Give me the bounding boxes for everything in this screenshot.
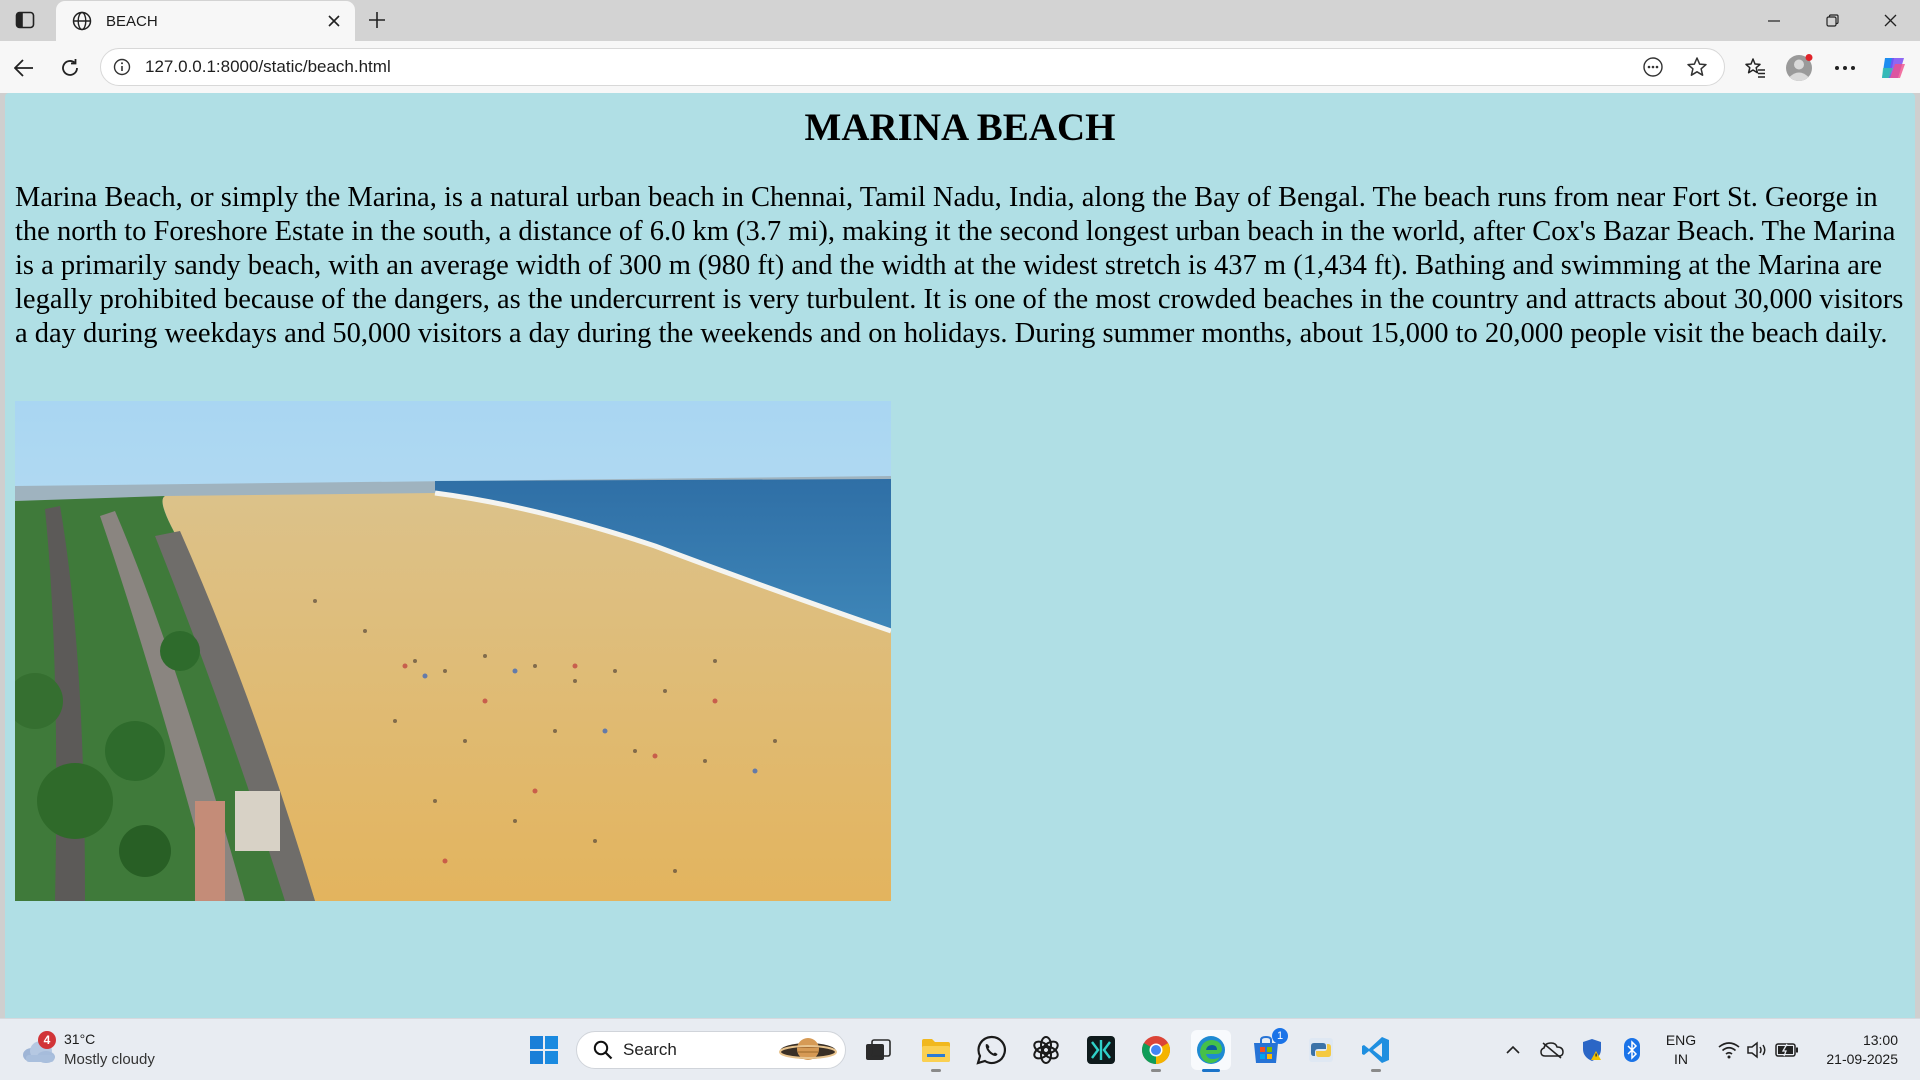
region-code: IN (1674, 1051, 1688, 1067)
clock-time: 13:00 (1862, 1032, 1898, 1048)
search-label: Search (623, 1040, 677, 1059)
tab-title: BEACH (106, 12, 158, 30)
chrome-icon[interactable] (1136, 1030, 1176, 1072)
weather-condition: Mostly cloudy (64, 1051, 155, 1068)
onedrive-icon[interactable] (1537, 1033, 1567, 1067)
volume-icon[interactable] (1744, 1033, 1772, 1067)
browser-tab-bar: BEACH (0, 0, 1920, 41)
close-tab-icon[interactable] (323, 10, 345, 32)
task-view-icon[interactable] (858, 1030, 898, 1070)
running-indicator (931, 1069, 941, 1072)
bluetooth-icon[interactable] (1619, 1033, 1645, 1067)
page-viewport: MARINA BEACH Marina Beach, or simply the… (5, 93, 1915, 1018)
weather-badge: 4 (38, 1031, 56, 1049)
tab-actions-icon[interactable] (8, 6, 42, 34)
search-icon (591, 1038, 615, 1062)
wifi-icon[interactable] (1714, 1033, 1744, 1067)
clock-date: 21-09-2025 (1826, 1051, 1898, 1067)
system-clock[interactable]: 13:00 21-09-2025 (1800, 1031, 1898, 1069)
taskbar-search[interactable]: Search (576, 1031, 846, 1069)
game-app-icon[interactable] (1081, 1030, 1121, 1070)
store-badge: 1 (1272, 1028, 1288, 1044)
language-code: ENG (1665, 1032, 1697, 1048)
globe-icon (70, 9, 94, 33)
page-paragraph: Marina Beach, or simply the Marina, is a… (15, 182, 1904, 349)
running-indicator (1151, 1069, 1161, 1072)
file-explorer-icon[interactable] (916, 1030, 956, 1072)
more-options-icon[interactable] (1828, 51, 1862, 85)
battery-icon[interactable] (1772, 1033, 1802, 1067)
vscode-icon[interactable] (1356, 1030, 1396, 1072)
weather-widget[interactable]: 4 31°C Mostly cloudy (18, 1029, 168, 1073)
read-aloud-icon[interactable] (1636, 50, 1670, 84)
browser-tab[interactable]: BEACH (56, 1, 355, 41)
show-hidden-icons-chevron-icon[interactable] (1500, 1033, 1526, 1067)
site-info-icon[interactable] (111, 56, 133, 78)
url-text[interactable]: 127.0.0.1:8000/static/beach.html (145, 57, 1636, 77)
saturn-highlight-icon (777, 1035, 839, 1065)
minimize-button[interactable] (1745, 0, 1803, 41)
profile-avatar[interactable] (1782, 51, 1816, 85)
copilot-icon[interactable] (1876, 51, 1910, 85)
refresh-button[interactable] (53, 51, 87, 85)
restore-button[interactable] (1803, 0, 1861, 41)
python-icon[interactable] (1301, 1030, 1341, 1070)
windows-taskbar: 4 31°C Mostly cloudy Search 1 ENG IN 13:… (0, 1018, 1920, 1080)
microsoft-store-icon[interactable]: 1 (1246, 1028, 1288, 1070)
whatsapp-icon[interactable] (971, 1030, 1011, 1070)
beach-photo (15, 401, 891, 901)
favorite-star-icon[interactable] (1680, 50, 1714, 84)
new-tab-button[interactable] (362, 6, 392, 34)
chatgpt-icon[interactable] (1026, 1030, 1066, 1070)
language-indicator[interactable]: ENG IN (1654, 1031, 1708, 1069)
favorites-icon[interactable] (1738, 51, 1772, 85)
page-heading: MARINA BEACH (804, 106, 1116, 149)
address-bar[interactable]: 127.0.0.1:8000/static/beach.html (100, 48, 1725, 86)
active-indicator (1202, 1069, 1220, 1072)
running-indicator (1371, 1069, 1381, 1072)
edge-icon[interactable] (1191, 1030, 1231, 1072)
start-button[interactable] (524, 1030, 564, 1070)
close-window-button[interactable] (1861, 0, 1919, 41)
back-button[interactable] (7, 51, 41, 85)
security-warning-icon[interactable] (1578, 1033, 1608, 1067)
browser-toolbar: 127.0.0.1:8000/static/beach.html (0, 41, 1920, 93)
weather-temperature: 31°C (64, 1031, 96, 1047)
